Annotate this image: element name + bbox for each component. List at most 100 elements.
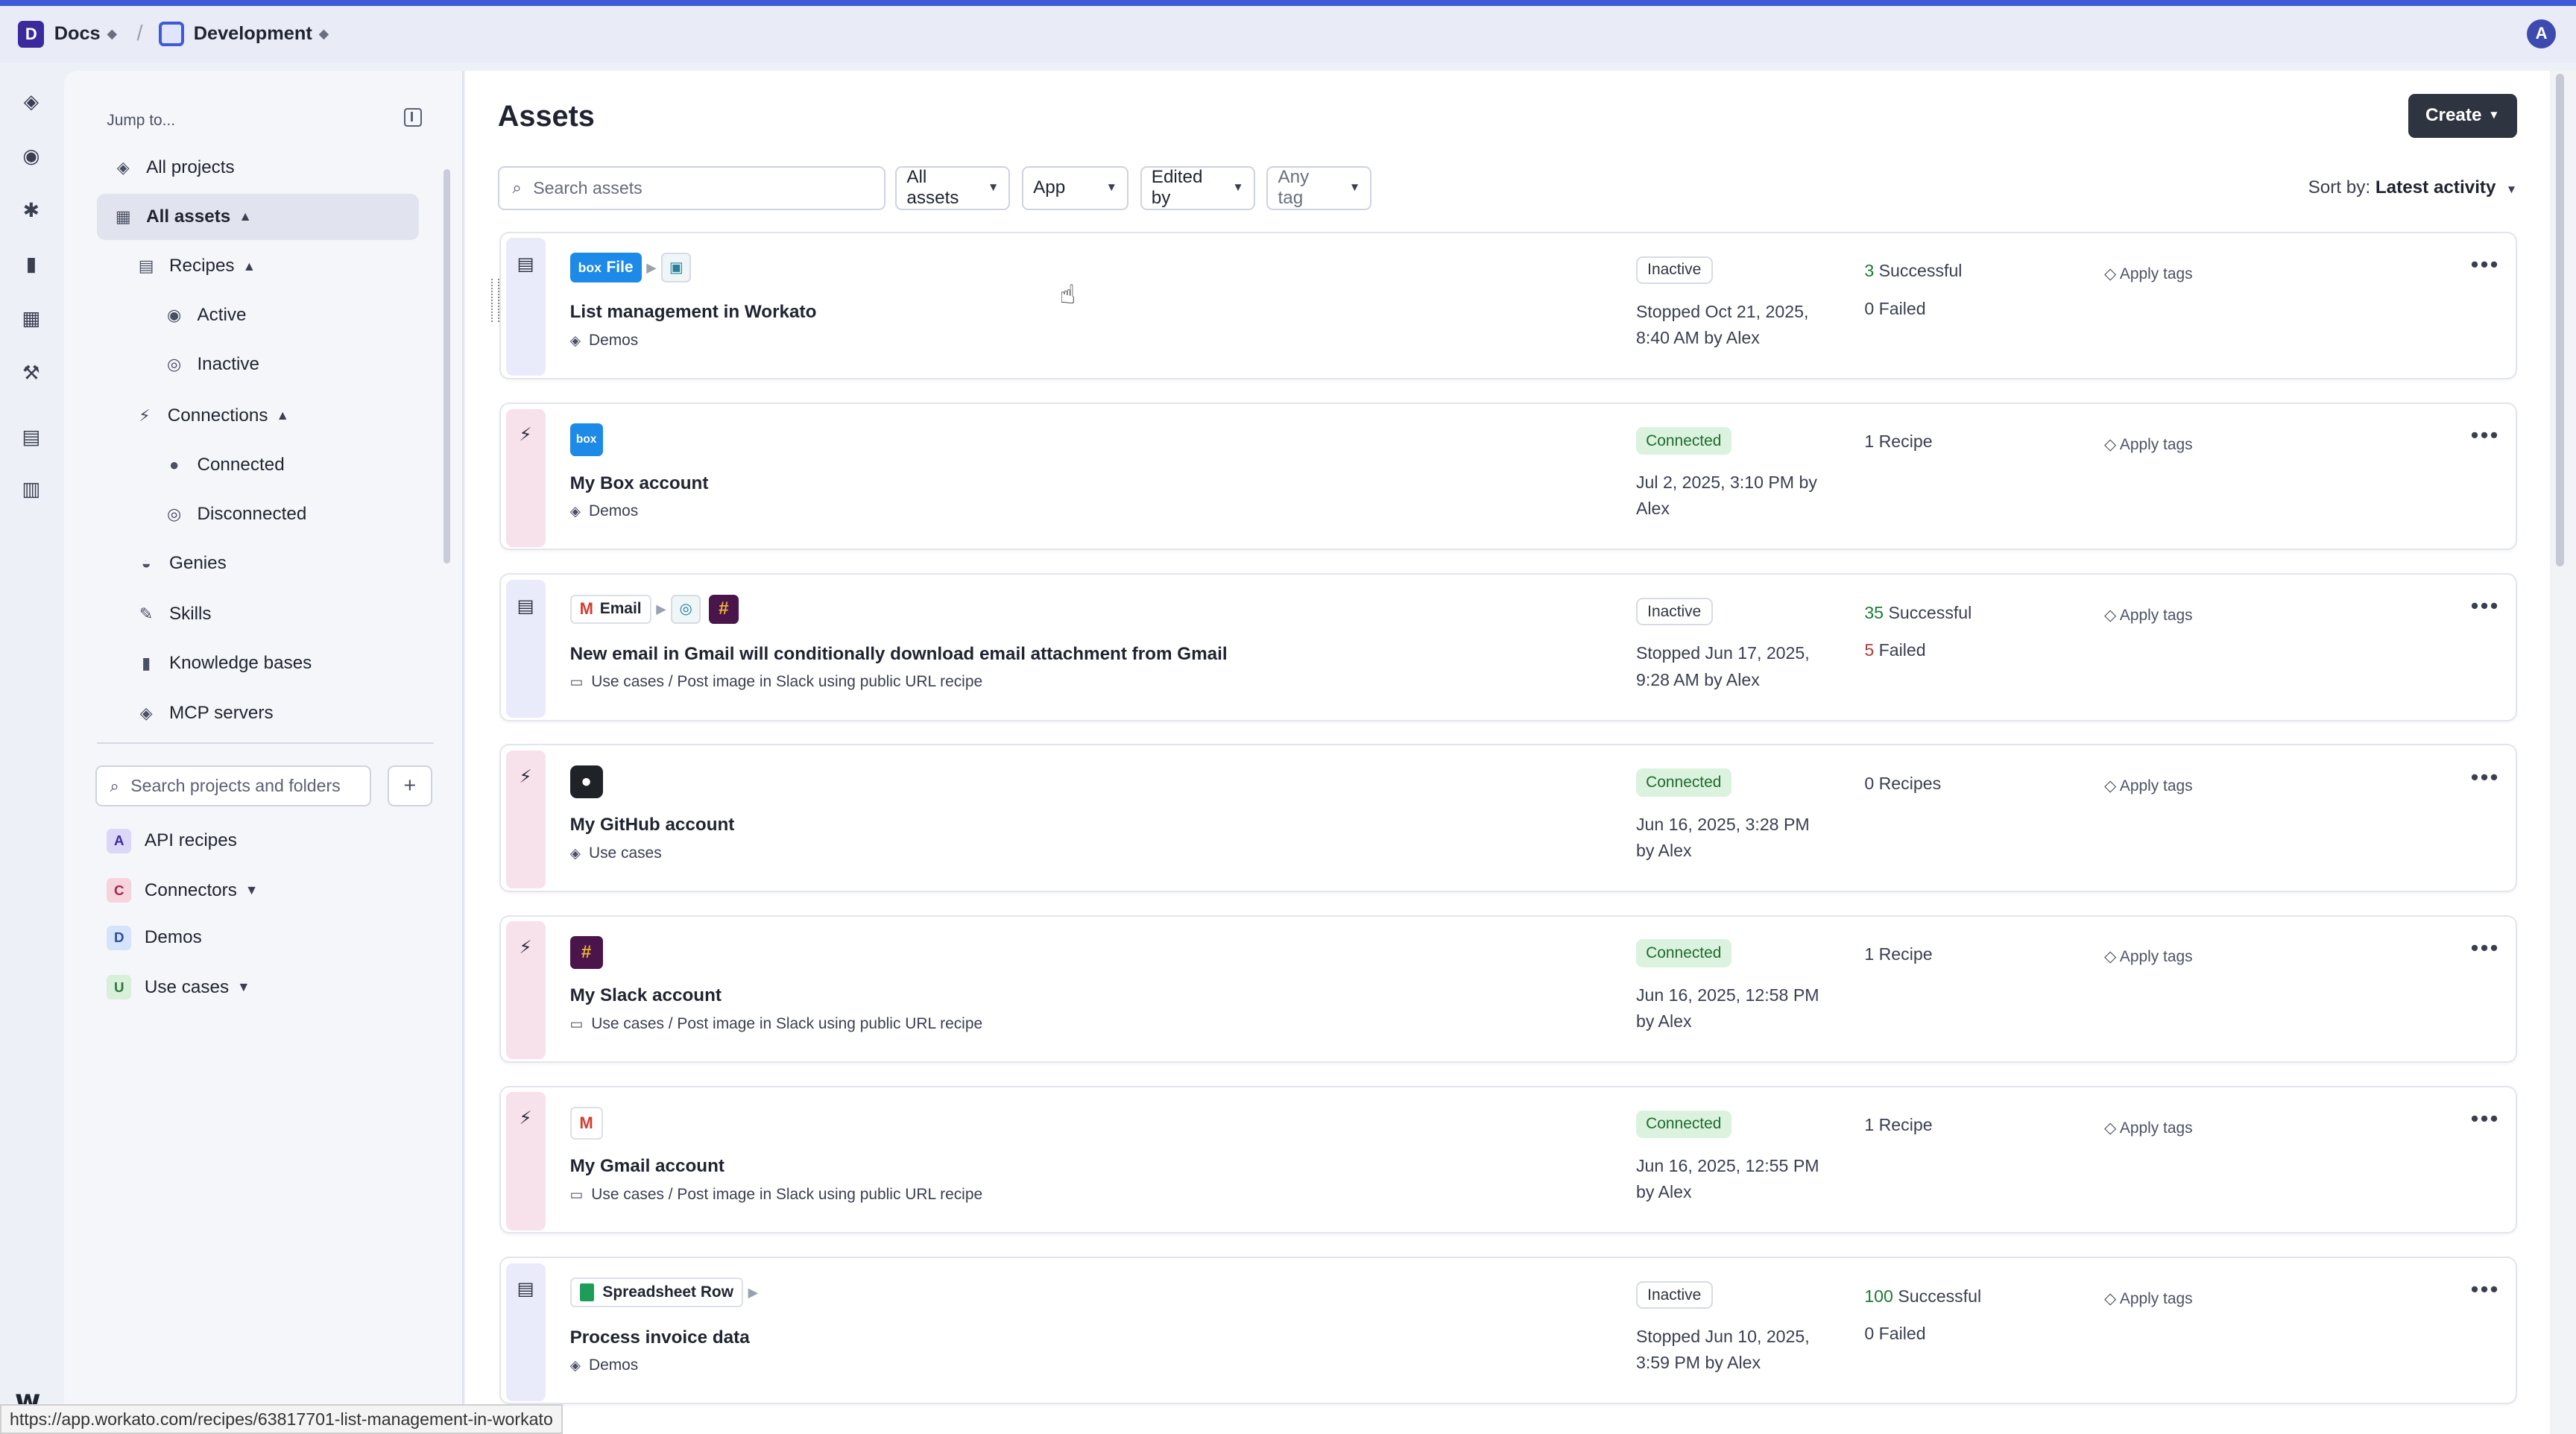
project-api-recipes[interactable]: A API recipes — [107, 824, 237, 857]
user-avatar[interactable]: A — [2526, 19, 2557, 49]
nav-mcp-servers[interactable]: ◈ MCP servers — [135, 690, 414, 736]
more-options-icon[interactable]: ••• — [2471, 251, 2500, 278]
asset-type-filter[interactable]: All assets ▼ — [895, 165, 1011, 211]
asset-card[interactable]: ⚡ ● My GitHub account ◈ Use cases Connec… — [499, 744, 2517, 892]
tools-icon[interactable]: ▤ — [19, 426, 42, 449]
status-badge: Inactive — [1635, 1280, 1713, 1310]
project-demos[interactable]: D Demos — [107, 921, 202, 954]
compass-icon[interactable]: ◉ — [19, 145, 42, 168]
asset-card[interactable]: ⚡ box My Box account ◈ Demos Connected J… — [499, 402, 2517, 551]
asset-card[interactable]: ▤ M Email ▶ ◎ # New email in Gmail will … — [499, 573, 2517, 721]
nav-inactive[interactable]: ◎ Inactive — [162, 341, 409, 388]
successful-count[interactable]: 100 Successful — [1864, 1286, 1981, 1307]
asset-location[interactable]: ▭ Use cases / Post image in Slack using … — [570, 1186, 983, 1204]
apply-tags-button[interactable]: ◇ Apply tags — [2104, 435, 2192, 454]
nav-recipes[interactable]: ▤ Recipes ▲ — [133, 243, 413, 289]
workspace-chevron-icon[interactable]: ◆ — [107, 26, 117, 42]
add-project-button[interactable]: + — [388, 765, 432, 807]
sort-control[interactable]: Sort by: Latest activity ▼ — [2308, 177, 2517, 198]
nav-knowledge-bases[interactable]: ▮ Knowledge bases — [135, 641, 414, 687]
spreadsheet-row-chip: Spreadsheet Row — [569, 1277, 743, 1308]
asset-title[interactable]: My Slack account — [570, 985, 722, 1006]
nav-disconnected[interactable]: ◎ Disconnected — [162, 491, 409, 537]
dashboard-icon[interactable]: ▦ — [19, 307, 42, 330]
asset-title[interactable]: Process invoice data — [570, 1327, 750, 1348]
recipe-count[interactable]: 0 Recipes — [1864, 774, 1941, 794]
nav-active[interactable]: ◉ Active — [162, 292, 409, 338]
nav-genies[interactable]: ◒ Genies — [135, 540, 414, 587]
more-options-icon[interactable]: ••• — [2471, 1105, 2500, 1132]
wrench-icon[interactable]: ⚒ — [19, 361, 42, 385]
create-button[interactable]: Create ▼ — [2408, 93, 2517, 139]
sidebar-scrollbar[interactable] — [443, 169, 450, 563]
search-projects-input[interactable]: ⌕ Search projects and folders — [95, 765, 372, 807]
layers-icon: ◈ — [116, 157, 130, 177]
asset-location[interactable]: ▭ Use cases / Post image in Slack using … — [570, 673, 983, 691]
apply-tags-button[interactable]: ◇ Apply tags — [2104, 265, 2192, 283]
successful-count[interactable]: 35 Successful — [1864, 603, 1972, 623]
failed-count[interactable]: 0 Failed — [1864, 1324, 1925, 1344]
asset-title[interactable]: My Box account — [570, 473, 709, 494]
recipe-count[interactable]: 1 Recipe — [1864, 432, 1932, 452]
app-filter[interactable]: App ▼ — [1021, 165, 1129, 211]
nav-skills[interactable]: ✎ Skills — [135, 591, 414, 637]
asset-location[interactable]: ◈ Demos — [570, 332, 639, 350]
failed-count[interactable]: 5 Failed — [1864, 640, 1925, 660]
collapse-sidebar-icon[interactable] — [404, 108, 423, 127]
jump-to-label[interactable]: Jump to... — [107, 112, 175, 130]
nav-connections[interactable]: ⚡ Connections ▲ — [133, 393, 413, 439]
apply-tags-label: Apply tags — [2119, 777, 2193, 795]
asset-location[interactable]: ◈ Demos — [570, 502, 639, 520]
main-scrollbar[interactable] — [2549, 70, 2576, 1434]
asset-card[interactable]: ⚡ M My Gmail account ▭ Use cases / Post … — [499, 1085, 2517, 1234]
project-badge: C — [107, 878, 132, 903]
apply-tags-button[interactable]: ◇ Apply tags — [2104, 1289, 2192, 1308]
project-connectors[interactable]: C Connectors ▼ — [107, 874, 258, 907]
environment-switcher[interactable]: Development — [194, 23, 312, 45]
settings-db-icon[interactable]: ▥ — [19, 478, 42, 501]
asset-card[interactable]: ▤ box File ▶ ▣ List management in Workat… — [490, 231, 2517, 380]
edited-by-filter[interactable]: Edited by ▼ — [1140, 165, 1255, 211]
failed-count[interactable]: 0 Failed — [1864, 299, 1925, 319]
asset-title[interactable]: New email in Gmail will conditionally do… — [570, 644, 1228, 665]
asset-title[interactable]: List management in Workato — [570, 302, 817, 323]
scrollbar-thumb[interactable] — [2556, 74, 2565, 567]
layers-icon[interactable]: ◈ — [19, 90, 42, 113]
asset-card[interactable]: ⚡ # My Slack account ▭ Use cases / Post … — [499, 915, 2517, 1063]
drag-handle[interactable] — [490, 279, 499, 322]
workspace-switcher[interactable]: Docs — [54, 23, 101, 45]
successful-number: 3 — [1864, 261, 1875, 281]
asset-location[interactable]: ▭ Use cases / Post image in Slack using … — [570, 1015, 983, 1033]
nav-all-projects[interactable]: ◈ All projects — [97, 145, 419, 191]
apply-tags-button[interactable]: ◇ Apply tags — [2104, 947, 2192, 966]
chevron-down-icon[interactable]: ▼ — [245, 882, 258, 898]
recipe-count[interactable]: 1 Recipe — [1864, 944, 1932, 964]
apply-tags-button[interactable]: ◇ Apply tags — [2104, 1119, 2192, 1137]
asset-location[interactable]: ◈ Demos — [570, 1356, 639, 1374]
tag-icon: ◇ — [2104, 265, 2117, 282]
nav-all-assets[interactable]: ▦ All assets ▲ — [97, 194, 419, 240]
asset-location[interactable]: ◈ Use cases — [570, 844, 662, 862]
book-icon[interactable]: ▮ — [19, 253, 42, 276]
successful-count[interactable]: 3 Successful — [1864, 261, 1962, 281]
asset-card[interactable]: ▤ Spreadsheet Row ▶ Process invoice data… — [499, 1257, 2517, 1405]
workspace-badge[interactable]: D — [18, 21, 45, 48]
asset-title[interactable]: My GitHub account — [570, 815, 735, 836]
apply-tags-button[interactable]: ◇ Apply tags — [2104, 606, 2192, 625]
more-options-icon[interactable]: ••• — [2471, 593, 2500, 619]
recipe-count[interactable]: 1 Recipe — [1864, 1115, 1932, 1135]
more-options-icon[interactable]: ••• — [2471, 1276, 2500, 1303]
environment-chevron-icon[interactable]: ◆ — [319, 26, 329, 42]
asterisk-icon[interactable]: ✱ — [19, 199, 42, 222]
tag-filter[interactable]: Any tag ▼ — [1266, 165, 1372, 211]
asset-title[interactable]: My Gmail account — [570, 1156, 724, 1177]
apply-tags-button[interactable]: ◇ Apply tags — [2104, 777, 2192, 795]
project-use-cases[interactable]: U Use cases ▼ — [107, 971, 250, 1004]
more-options-icon[interactable]: ••• — [2471, 422, 2500, 449]
search-assets-input[interactable]: ⌕ Search assets — [497, 165, 886, 211]
chevron-down-icon[interactable]: ▼ — [237, 979, 250, 995]
nav-connected[interactable]: ● Connected — [162, 442, 409, 488]
more-options-icon[interactable]: ••• — [2471, 935, 2500, 961]
bolt-icon: ⚡ — [505, 408, 546, 547]
more-options-icon[interactable]: ••• — [2471, 764, 2500, 791]
